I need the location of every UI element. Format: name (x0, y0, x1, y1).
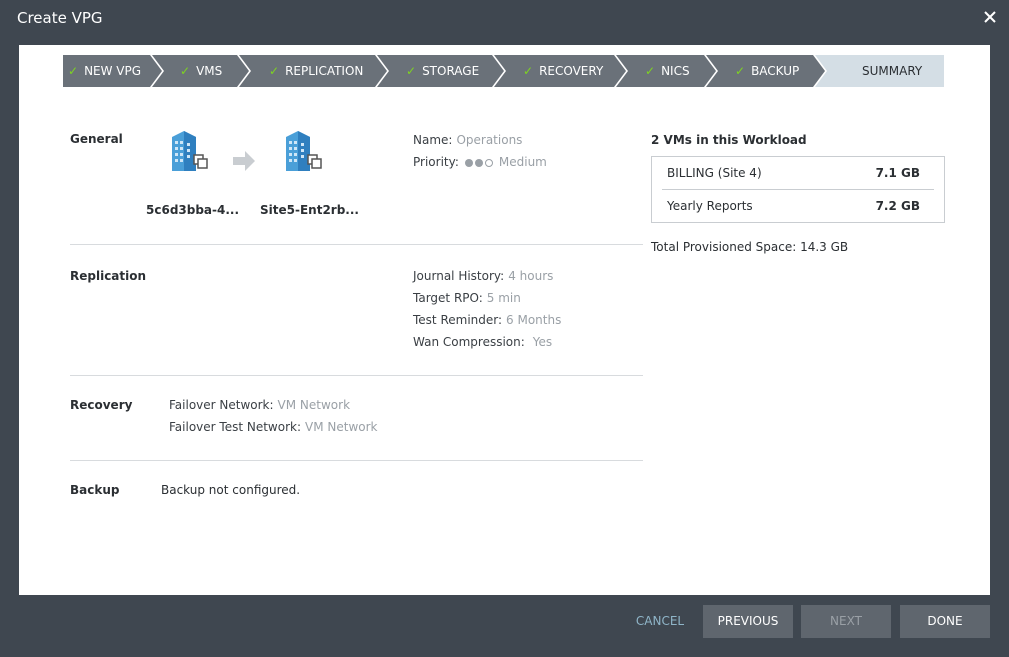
vm-name: BILLING (Site 4) (667, 166, 762, 180)
title-bar: Create VPG (0, 0, 1009, 36)
target-rpo-value: 5 min (486, 291, 521, 305)
failover-test-network-field: Failover Test Network: VM Network (169, 420, 378, 434)
wizard-step-new-vpg[interactable]: ✓ NEW VPG (68, 55, 141, 87)
target-building-icon (286, 131, 322, 171)
priority-dot-empty (484, 159, 493, 167)
journal-history-value: 4 hours (508, 269, 554, 283)
arrow-right-icon (233, 151, 255, 171)
target-site-name: Site5-Ent2rb... (260, 203, 359, 217)
source-site-name: 5c6d3bba-4... (146, 203, 240, 217)
window-title: Create VPG (17, 9, 103, 27)
journal-history-field: Journal History: 4 hours (413, 269, 554, 283)
check-icon: ✓ (645, 64, 656, 78)
general-section-title: General (70, 132, 123, 146)
vm-size: 7.1 GB (875, 166, 920, 180)
priority-dots (464, 156, 495, 170)
wizard-step-backup[interactable]: ✓ BACKUP (735, 55, 799, 87)
source-building-icon (172, 131, 208, 171)
check-icon: ✓ (735, 64, 746, 78)
close-icon[interactable] (983, 10, 997, 24)
divider (70, 244, 643, 245)
previous-button[interactable]: PREVIOUS (703, 605, 793, 638)
failover-network-value: VM Network (277, 398, 351, 412)
vm-list: BILLING (Site 4) 7.1 GB Yearly Reports 7… (651, 156, 945, 223)
total-provisioned-space: Total Provisioned Space: 14.3 GB (651, 240, 849, 254)
divider (70, 375, 643, 376)
failover-network-field: Failover Network: VM Network (169, 398, 351, 412)
check-icon: ✓ (523, 64, 534, 78)
wizard-step-recovery[interactable]: ✓ RECOVERY (523, 55, 603, 87)
backup-status-text: Backup not configured. (161, 483, 301, 497)
priority-dot-filled (464, 159, 473, 167)
failover-test-network-value: VM Network (305, 420, 378, 434)
priority-value: Medium (498, 155, 547, 169)
wizard-step-summary[interactable]: SUMMARY (862, 55, 922, 87)
next-button[interactable]: NEXT (801, 605, 891, 638)
check-icon: ✓ (68, 64, 79, 78)
wizard-step-storage[interactable]: ✓ STORAGE (406, 55, 479, 87)
test-reminder-field: Test Reminder: 6 Months (413, 313, 562, 327)
wizard-steps: ✓ NEW VPG ✓ VMS ✓ REPLICATION ✓ STORAGE ✓ REC… (63, 55, 944, 87)
vm-size: 7.2 GB (875, 199, 920, 213)
check-icon: ✓ (406, 64, 417, 78)
priority-dot-filled (474, 159, 483, 167)
summary-panel: ✓ NEW VPG ✓ VMS ✓ REPLICATION ✓ STORAGE ✓ REC… (19, 45, 990, 595)
check-icon: ✓ (180, 64, 191, 78)
vpg-name-field: Name: Operations (413, 133, 523, 147)
wizard-step-replication[interactable]: ✓ REPLICATION (269, 55, 363, 87)
priority-field: Priority: Medium (413, 155, 547, 170)
wan-compression-field: Wan Compression: Yes (413, 335, 553, 349)
target-rpo-field: Target RPO: 5 min (413, 291, 521, 305)
divider (70, 460, 643, 461)
wan-compression-value: Yes (532, 335, 553, 349)
recovery-section-title: Recovery (70, 398, 133, 412)
cancel-button[interactable]: CANCEL (624, 605, 696, 638)
list-item: Yearly Reports 7.2 GB (662, 190, 934, 223)
done-button[interactable]: DONE (900, 605, 990, 638)
workload-title: 2 VMs in this Workload (651, 133, 807, 147)
vm-name: Yearly Reports (667, 199, 753, 213)
backup-section-title: Backup (70, 483, 120, 497)
list-item: BILLING (Site 4) 7.1 GB (662, 157, 934, 190)
wizard-step-nics[interactable]: ✓ NICS (645, 55, 690, 87)
replication-section-title: Replication (70, 269, 147, 283)
check-icon: ✓ (269, 64, 280, 78)
test-reminder-value: 6 Months (506, 313, 562, 327)
wizard-step-vms[interactable]: ✓ VMS (180, 55, 222, 87)
vpg-name-value: Operations (456, 133, 523, 147)
